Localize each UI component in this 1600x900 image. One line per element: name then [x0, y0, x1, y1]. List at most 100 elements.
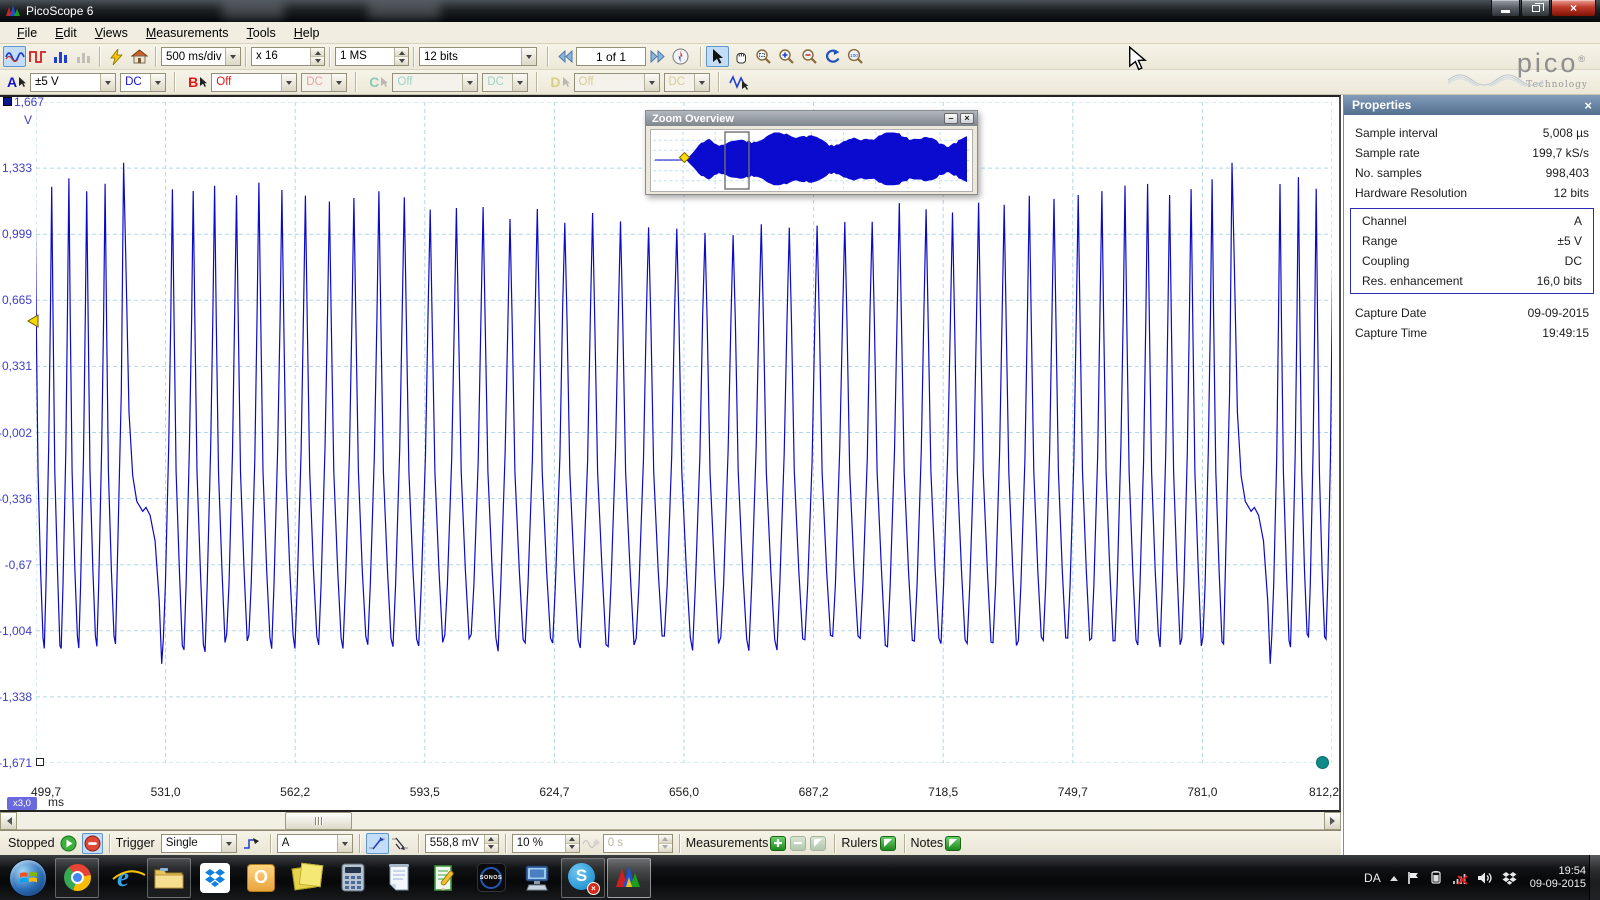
- hidden-icons-chevron[interactable]: [1390, 872, 1398, 881]
- channel-a-range-select[interactable]: ±5 V: [30, 73, 116, 92]
- scroll-left-icon[interactable]: [0, 812, 17, 830]
- zoom-undo-icon[interactable]: [821, 46, 844, 67]
- show-desktop-button[interactable]: [1589, 855, 1600, 900]
- falling-edge-icon[interactable]: [389, 833, 412, 854]
- channel-d-coupling-select[interactable]: DC: [664, 73, 710, 92]
- channel-b-label[interactable]: B: [188, 74, 198, 90]
- taskbar-dropbox[interactable]: [193, 858, 237, 898]
- remove-measurement-icon[interactable]: [790, 836, 806, 851]
- channel-c-coupling-select[interactable]: DC: [482, 73, 528, 92]
- menu-file[interactable]: File: [8, 24, 46, 42]
- scrollbar-thumb[interactable]: [285, 812, 352, 830]
- spectrum-view-icon[interactable]: [49, 46, 72, 67]
- start-button[interactable]: [9, 859, 47, 897]
- stepper-down-icon[interactable]: [566, 844, 579, 852]
- awg-icon[interactable]: [728, 72, 751, 93]
- restore-icon[interactable]: [1521, 0, 1550, 17]
- pre-trigger-stepper[interactable]: 10 %: [512, 834, 580, 853]
- channel-a-label[interactable]: A: [7, 74, 17, 90]
- stepper-up-icon[interactable]: [311, 48, 324, 57]
- taskbar-windows-explorer[interactable]: [147, 858, 191, 898]
- zoom-100-icon[interactable]: 100: [844, 46, 867, 67]
- taskbar-internet-explorer[interactable]: e: [101, 858, 145, 898]
- battery-icon[interactable]: [1429, 871, 1443, 884]
- taskbar-outlook[interactable]: O: [239, 858, 283, 898]
- pointer-tool-icon[interactable]: [706, 46, 729, 67]
- stepper-up-icon[interactable]: [485, 835, 498, 844]
- zoom-overview-titlebar[interactable]: Zoom Overview – ×: [646, 111, 977, 126]
- taskbar-sticky-notes[interactable]: [285, 858, 329, 898]
- menu-views[interactable]: Views: [86, 24, 137, 42]
- next-buffer-icon[interactable]: [646, 46, 669, 67]
- channel-b-coupling-select[interactable]: DC: [301, 73, 347, 92]
- trigger-source-select[interactable]: A: [277, 834, 353, 853]
- trigger-marker-icon[interactable]: [241, 833, 264, 854]
- edit-measurement-icon[interactable]: [810, 836, 826, 851]
- channel-a-coupling-select[interactable]: DC: [120, 73, 166, 92]
- waveform-plot[interactable]: [36, 102, 1332, 763]
- taskbar-sonos[interactable]: SONOS: [469, 858, 513, 898]
- stepper-down-icon[interactable]: [485, 844, 498, 852]
- y-axis-top-handle[interactable]: [3, 97, 12, 106]
- trigger-mode-select[interactable]: Single: [161, 834, 237, 853]
- trigger-level-stepper[interactable]: 558,8 mV: [425, 834, 499, 853]
- title-bar[interactable]: PicoScope 6 ×: [0, 0, 1600, 22]
- menu-measurements[interactable]: Measurements: [137, 24, 238, 42]
- xy-view-icon[interactable]: [72, 46, 95, 67]
- taskbar-notepad[interactable]: [377, 858, 421, 898]
- post-trigger-stepper[interactable]: 0 s: [603, 834, 673, 853]
- hand-tool-icon[interactable]: [729, 46, 752, 67]
- scope-view[interactable]: 1,6671,3330,9990,6650,331-0,002-0,336-0,…: [0, 95, 1341, 812]
- zoom-in-icon[interactable]: [775, 46, 798, 67]
- scope-view-icon[interactable]: [3, 46, 26, 67]
- stepper-up-icon[interactable]: [659, 835, 672, 844]
- zoom-factor-stepper[interactable]: x 16: [251, 47, 325, 66]
- channel-b-range-select[interactable]: Off: [211, 73, 297, 92]
- rulers-toggle-icon[interactable]: [880, 836, 896, 851]
- taskbar-calculator[interactable]: [331, 858, 375, 898]
- stepper-down-icon[interactable]: [659, 844, 672, 852]
- channel-c-label[interactable]: C: [369, 74, 379, 90]
- menu-tools[interactable]: Tools: [238, 24, 285, 42]
- stepper-down-icon[interactable]: [395, 57, 408, 65]
- timebase-select[interactable]: 500 ms/div: [161, 47, 241, 66]
- channel-c-range-select[interactable]: Off: [392, 73, 478, 92]
- minimize-icon[interactable]: –: [944, 113, 958, 124]
- samples-stepper[interactable]: 1 MS: [335, 47, 409, 66]
- language-indicator[interactable]: DA: [1364, 871, 1381, 885]
- ruler-handle[interactable]: [1316, 756, 1329, 769]
- minimize-icon[interactable]: [1491, 0, 1520, 17]
- tray-clock[interactable]: 19:54 09-09-2015: [1530, 865, 1586, 891]
- buffer-page-indicator[interactable]: 1 of 1: [576, 47, 646, 66]
- stepper-up-icon[interactable]: [566, 835, 579, 844]
- rising-edge-icon[interactable]: [366, 833, 389, 854]
- notes-toggle-icon[interactable]: [945, 836, 961, 851]
- network-error-icon[interactable]: [1452, 871, 1468, 885]
- home-icon[interactable]: [128, 46, 151, 67]
- close-icon[interactable]: ×: [1584, 98, 1592, 113]
- zoom-out-icon[interactable]: [798, 46, 821, 67]
- close-icon[interactable]: ×: [1551, 0, 1596, 17]
- add-measurement-icon[interactable]: [770, 836, 786, 851]
- trigger-level-marker[interactable]: [27, 314, 39, 333]
- stop-capture-icon[interactable]: [82, 833, 103, 854]
- taskbar-chrome[interactable]: [55, 858, 99, 898]
- zoom-overview-content[interactable]: [650, 129, 973, 192]
- post-trigger-icon[interactable]: [580, 833, 603, 854]
- close-icon[interactable]: ×: [960, 113, 974, 124]
- taskbar-remote-desktop[interactable]: [515, 858, 559, 898]
- stepper-down-icon[interactable]: [311, 57, 324, 65]
- channel-d-range-select[interactable]: Off: [574, 73, 660, 92]
- prev-buffer-icon[interactable]: [553, 46, 576, 67]
- scroll-right-icon[interactable]: [1324, 812, 1341, 830]
- horizontal-scrollbar[interactable]: [0, 812, 1341, 830]
- action-center-flag-icon[interactable]: [1407, 871, 1420, 885]
- volume-icon[interactable]: [1477, 871, 1493, 885]
- channel-d-label[interactable]: D: [550, 74, 560, 90]
- waveform-square-icon[interactable]: [26, 46, 49, 67]
- y-axis-bottom-handle[interactable]: [36, 758, 44, 766]
- connect-device-icon[interactable]: [105, 46, 128, 67]
- stepper-up-icon[interactable]: [395, 48, 408, 57]
- buffer-navigator-icon[interactable]: [669, 46, 692, 67]
- taskbar-picoscope[interactable]: [607, 858, 651, 898]
